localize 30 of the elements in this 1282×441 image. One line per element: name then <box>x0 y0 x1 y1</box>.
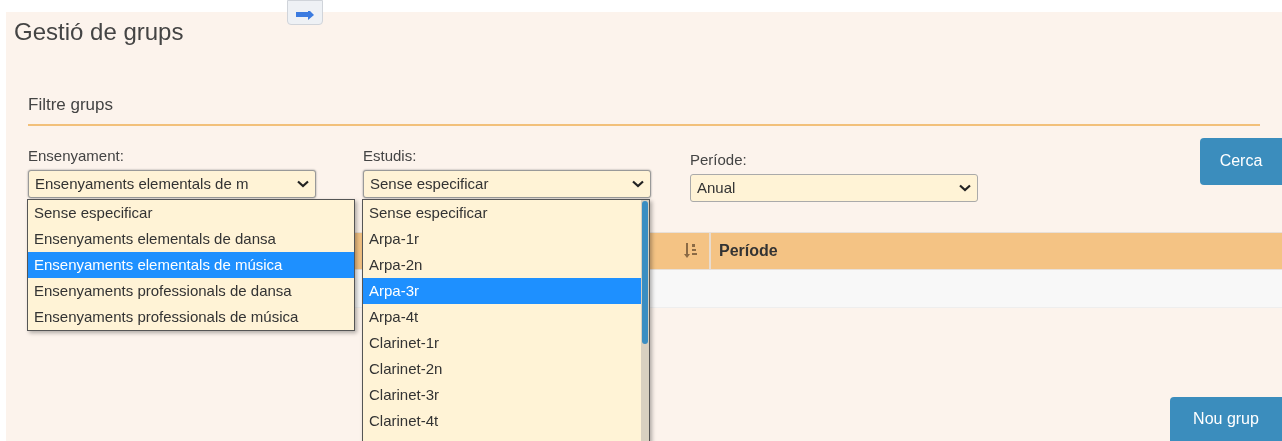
sort-icon[interactable] <box>684 242 698 260</box>
search-button[interactable]: Cerca <box>1200 137 1282 185</box>
field-label: Ensenyament: <box>28 145 125 166</box>
scrollbar-thumb[interactable] <box>642 201 648 344</box>
field-label: Estudis: <box>363 145 418 166</box>
chevron-down-icon <box>632 180 644 188</box>
toolbar-icon[interactable] <box>287 0 323 25</box>
dropdown-option[interactable]: Ensenyaments professionals de dansa <box>28 278 354 304</box>
dropdown-option[interactable]: Clarinet-1r <box>363 330 641 356</box>
select-field[interactable]: Ensenyaments elementals de m <box>28 170 316 198</box>
field-label: Període: <box>690 149 748 170</box>
dropdown-option[interactable]: Ensenyaments elementals de dansa <box>28 226 354 252</box>
select-field[interactable]: Anual <box>690 174 978 202</box>
dropdown-option[interactable]: Clarinet-2n <box>363 356 641 382</box>
dropdown-option[interactable]: Clarinet-4t <box>363 408 641 434</box>
select-field[interactable]: Sense especificar <box>363 170 651 198</box>
dropdown-option[interactable]: Ensenyaments professionals de música <box>28 304 354 330</box>
section-heading: Filtre grups <box>28 94 115 116</box>
dropdown-option[interactable]: Sense especificar <box>363 200 641 226</box>
column-header[interactable]: Període <box>719 239 778 263</box>
new-group-button[interactable]: Nou grup <box>1170 397 1282 441</box>
dropdown-option[interactable]: Arpa-1r <box>363 226 641 252</box>
chevron-down-icon <box>297 180 309 188</box>
dropdown-option[interactable]: Sense especificar <box>28 200 354 226</box>
dropdown-option[interactable]: Clarinet-3r <box>363 382 641 408</box>
chevron-down-icon <box>959 184 971 192</box>
scrollbar[interactable] <box>641 200 649 441</box>
dropdown-option[interactable]: Arpa-2n <box>363 252 641 278</box>
page-title: Gestió de grups <box>14 17 185 47</box>
dropdown-option[interactable]: Arpa-4t <box>363 304 641 330</box>
